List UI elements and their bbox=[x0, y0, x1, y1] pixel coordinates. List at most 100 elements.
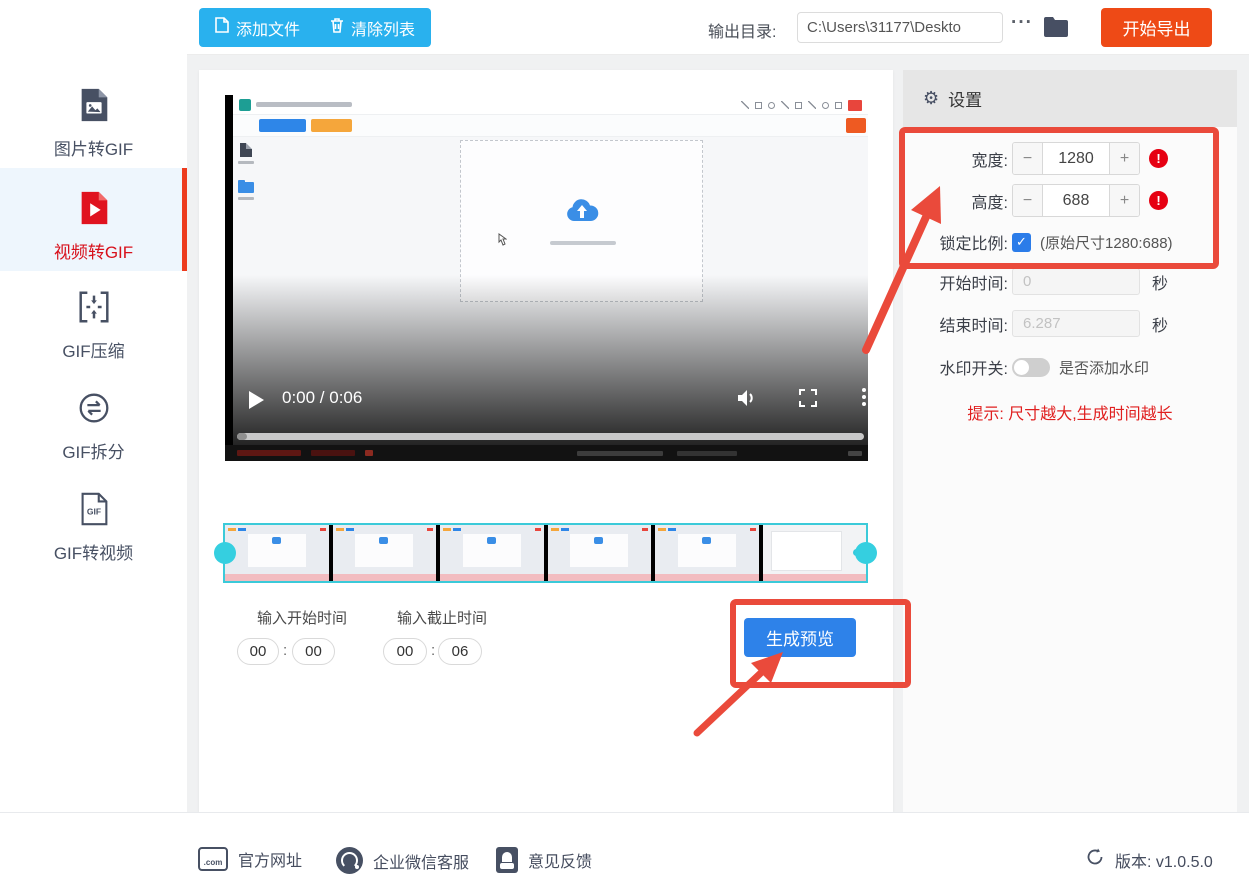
output-dir-input[interactable] bbox=[797, 12, 1003, 43]
sidebar-item-label: GIF转视频 bbox=[53, 544, 134, 563]
end-minutes-input[interactable] bbox=[383, 638, 427, 665]
footer: .com 官方网址 企业微信客服 意见反馈 版本: v1.0.5.0 bbox=[0, 812, 1249, 889]
wechat-support-link[interactable]: 企业微信客服 bbox=[336, 847, 469, 874]
sidebar-item-label: GIF拆分 bbox=[62, 443, 125, 462]
sidebar-item-image-to-gif[interactable]: 图片转GIF bbox=[0, 86, 187, 160]
sidebar-item-label: GIF压缩 bbox=[62, 342, 125, 361]
video-frame-side-rail bbox=[233, 143, 259, 200]
sidebar: 图片转GIF 视频转GIF GIF压缩 GIF拆分 GIF GIF转视频 bbox=[0, 0, 187, 812]
end-time-row: 结束时间: 秒 bbox=[903, 310, 1237, 337]
end-seconds-input[interactable] bbox=[438, 638, 482, 665]
play-button[interactable] bbox=[249, 391, 264, 409]
video-panel: 0:00 / 0:06 输入开始时间 输入截止时间 00: 00 00: 0… bbox=[199, 70, 893, 812]
svg-text:GIF: GIF bbox=[86, 507, 100, 517]
start-seconds-input[interactable] bbox=[292, 638, 335, 665]
height-input[interactable] bbox=[1043, 185, 1109, 216]
end-time-label: 结束时间: bbox=[939, 317, 1008, 335]
settings-title: 设置 bbox=[948, 91, 983, 110]
fullscreen-icon[interactable] bbox=[799, 389, 817, 412]
thumbnail-frame[interactable] bbox=[332, 525, 436, 581]
thumbnail-frame[interactable] bbox=[225, 525, 329, 581]
timeline-thumbnail-strip[interactable] bbox=[214, 523, 877, 583]
height-row: 高度: − + ! bbox=[903, 184, 1237, 217]
video-frame-app-title-smudge bbox=[256, 102, 352, 107]
sidebar-item-label: 视频转GIF bbox=[53, 243, 134, 262]
video-frame-blue-button bbox=[259, 119, 306, 132]
thumbnail-frame[interactable] bbox=[655, 525, 759, 581]
time-colon: : bbox=[283, 642, 288, 659]
width-decrease-button[interactable]: − bbox=[1013, 143, 1043, 174]
official-website-link[interactable]: .com 官方网址 bbox=[198, 847, 302, 871]
height-increase-button[interactable]: + bbox=[1109, 185, 1139, 216]
video-bottom-strip bbox=[225, 445, 868, 461]
video-frame-record-button bbox=[848, 100, 862, 111]
volume-icon[interactable] bbox=[737, 389, 757, 412]
player-menu-icon[interactable] bbox=[862, 388, 866, 406]
version-info[interactable]: 版本: v1.0.5.0 bbox=[1085, 847, 1213, 872]
feedback-link[interactable]: 意见反馈 bbox=[496, 847, 592, 873]
height-label: 高度: bbox=[971, 194, 1008, 212]
open-folder-icon[interactable] bbox=[1043, 16, 1069, 43]
feedback-label: 意见反馈 bbox=[528, 854, 593, 871]
height-warning-icon: ! bbox=[1149, 191, 1168, 210]
width-row: 宽度: − + ! bbox=[903, 142, 1237, 175]
width-stepper: − + bbox=[1012, 142, 1140, 175]
thumbnail-frame[interactable] bbox=[762, 525, 866, 581]
height-decrease-button[interactable]: − bbox=[1013, 185, 1043, 216]
clear-list-button[interactable]: 清除列表 bbox=[330, 16, 415, 40]
start-export-button[interactable]: 开始导出 bbox=[1101, 8, 1212, 47]
video-frame-convert-button bbox=[846, 118, 866, 133]
cloud-upload-icon bbox=[565, 197, 599, 228]
trash-icon bbox=[330, 17, 344, 38]
main-content: 0:00 / 0:06 输入开始时间 输入截止时间 00: 00 00: 0… bbox=[187, 55, 1249, 812]
video-frame-orange-button bbox=[311, 119, 352, 132]
wechat-support-label: 企业微信客服 bbox=[373, 854, 470, 872]
split-icon bbox=[75, 389, 113, 432]
width-increase-button[interactable]: + bbox=[1109, 143, 1139, 174]
add-file-label: 添加文件 bbox=[236, 21, 301, 39]
sidebar-item-video-to-gif[interactable]: 视频转GIF bbox=[0, 189, 187, 263]
height-stepper: − + bbox=[1012, 184, 1140, 217]
video-preview[interactable]: 0:00 / 0:06 bbox=[225, 95, 868, 461]
trim-handle-right[interactable] bbox=[855, 542, 877, 564]
thumbnail-frame[interactable] bbox=[547, 525, 651, 581]
output-dir-label: 输出目录: bbox=[708, 24, 777, 41]
video-frame-app-icon bbox=[239, 98, 251, 111]
time-colon: : bbox=[431, 642, 436, 659]
lock-ratio-row: 锁定比例: ✓ (原始尺寸1280:688) bbox=[903, 232, 1237, 253]
trim-handle-left[interactable] bbox=[214, 542, 236, 564]
website-icon: .com bbox=[198, 847, 228, 871]
lock-ratio-checkbox[interactable]: ✓ bbox=[1012, 232, 1031, 252]
gif-file-icon: GIF bbox=[75, 490, 113, 533]
seconds-unit: 秒 bbox=[1152, 317, 1169, 335]
add-file-button[interactable]: 添加文件 bbox=[215, 16, 300, 40]
video-frame-annotation-toolbar bbox=[741, 101, 842, 109]
original-size-note: (原始尺寸1280:688) bbox=[1040, 234, 1173, 252]
official-website-label: 官方网址 bbox=[238, 853, 303, 870]
lock-ratio-label: 锁定比例: bbox=[939, 236, 1008, 253]
player-progress-bar[interactable] bbox=[237, 433, 864, 440]
seconds-unit: 秒 bbox=[1152, 275, 1169, 293]
watermark-label: 水印开关: bbox=[939, 361, 1008, 378]
width-label: 宽度: bbox=[971, 152, 1008, 170]
watermark-note: 是否添加水印 bbox=[1059, 359, 1150, 377]
watermark-toggle[interactable] bbox=[1012, 357, 1050, 377]
update-refresh-icon bbox=[1085, 847, 1105, 872]
sidebar-item-gif-compress[interactable]: GIF压缩 bbox=[0, 288, 187, 362]
sidebar-item-gif-split[interactable]: GIF拆分 bbox=[0, 389, 187, 463]
dropzone-hint-smudge bbox=[550, 241, 616, 245]
thumbnail-frame[interactable] bbox=[440, 525, 544, 581]
sidebar-item-gif-to-video[interactable]: GIF GIF转视频 bbox=[0, 490, 187, 564]
generate-preview-button[interactable]: 生成预览 bbox=[744, 618, 856, 657]
settings-header: ⚙ 设置 bbox=[903, 70, 1237, 127]
start-time-row: 开始时间: 秒 bbox=[903, 268, 1237, 295]
feedback-icon bbox=[496, 847, 518, 873]
browse-more-button[interactable]: ··· bbox=[1011, 12, 1033, 34]
end-time-input bbox=[1012, 310, 1140, 337]
width-input[interactable] bbox=[1043, 143, 1109, 174]
player-gradient-overlay bbox=[233, 275, 868, 445]
start-minutes-input[interactable] bbox=[237, 638, 279, 665]
start-time-label: 开始时间: bbox=[939, 275, 1008, 293]
video-frame-folder-icon bbox=[238, 180, 254, 193]
size-tip-text: 提示: 尺寸越大,生成时间越长 bbox=[967, 406, 1173, 423]
